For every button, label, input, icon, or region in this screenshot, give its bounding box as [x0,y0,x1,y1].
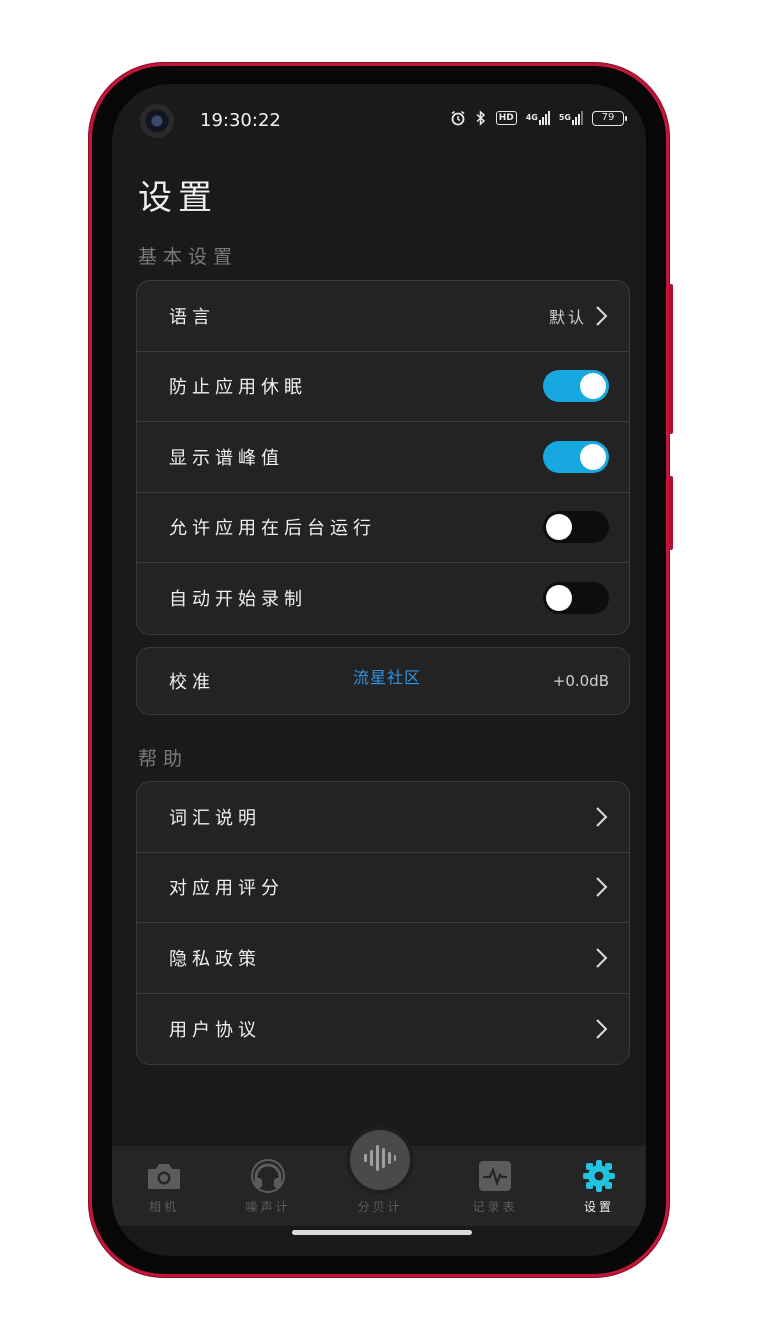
camera-icon [144,1158,184,1194]
pulse-chart-icon [475,1158,515,1194]
front-camera [140,104,174,138]
prevent-sleep-label: 防止应用休眠 [169,377,307,399]
signal-icon-1: 4G [526,111,550,125]
toggle-row-show-peak: 显示谱峰值 [137,422,629,493]
tab-label: 记录表 [472,1200,518,1214]
tab-label: 分贝计 [357,1200,403,1214]
chevron-right-icon [595,876,609,898]
battery-icon: 79 [592,110,627,126]
tab-decibel-meter[interactable]: 分贝计 [330,1146,430,1226]
side-button-upper [669,284,673,434]
help-item-label: 隐私政策 [169,948,261,970]
auto-record-label: 自动开始录制 [169,589,307,611]
toggle-row-auto-record: 自动开始录制 [137,563,629,634]
chevron-right-icon [595,1018,609,1040]
basic-settings-card: 语言 默认 防止应用休眠 显示谱峰值 允许应用在后台运行 自动开始录制 [136,280,630,635]
calibration-row[interactable]: 校准 流星社区 +0.0dB [137,648,629,714]
language-label: 语言 [169,306,215,328]
screen: 19:30:22 HD 4G 5G 79 设置 基本设置 语言 默认 防止应用休… [112,84,646,1256]
tab-records[interactable]: 记录表 [445,1146,545,1226]
toggle-row-prevent-sleep: 防止应用休眠 [137,352,629,422]
help-item-label: 对应用评分 [169,878,284,900]
help-item-user-agreement[interactable]: 用户协议 [137,994,629,1065]
tab-settings[interactable]: 设置 [549,1146,646,1226]
prevent-sleep-toggle[interactable] [543,370,609,403]
help-item-label: 用户协议 [169,1019,261,1041]
tab-label: 相机 [148,1200,179,1214]
chevron-right-icon [595,806,609,828]
help-item-rate-app[interactable]: 对应用评分 [137,853,629,923]
show-peak-label: 显示谱峰值 [169,447,284,469]
tab-label: 噪声计 [245,1200,291,1214]
help-item-glossary[interactable]: 词汇说明 [137,782,629,853]
calibration-value: +0.0dB [552,672,609,690]
toggle-knob [580,443,606,470]
alarm-icon [450,110,466,126]
tab-label: 设置 [583,1200,614,1214]
status-time: 19:30:22 [200,110,281,131]
headphones-icon [248,1158,288,1194]
community-link[interactable]: 流星社区 [353,664,421,688]
toggle-knob [580,373,606,400]
tab-camera[interactable]: 相机 [114,1146,214,1226]
tab-noise-meter[interactable]: 噪声计 [218,1146,318,1226]
status-icons: HD 4G 5G 79 [450,110,627,126]
signal-icon-2: 5G [559,111,583,125]
section-title-basic: 基本设置 [138,246,239,268]
chevron-right-icon [595,305,609,327]
section-title-help: 帮助 [138,748,189,770]
show-peak-toggle[interactable] [543,440,609,473]
auto-record-toggle[interactable] [543,582,609,615]
chevron-right-icon [595,947,609,969]
background-run-toggle[interactable] [543,511,609,544]
toggle-row-background-run: 允许应用在后台运行 [137,493,629,563]
phone-bezel: 19:30:22 HD 4G 5G 79 设置 基本设置 语言 默认 防止应用休… [92,66,666,1274]
page-title: 设置 [138,178,218,218]
help-card: 词汇说明 对应用评分 隐私政策 用户协议 [136,781,630,1065]
background-run-label: 允许应用在后台运行 [169,518,376,540]
help-item-privacy[interactable]: 隐私政策 [137,923,629,994]
side-button-lower [669,476,673,550]
bluetooth-icon [475,110,487,126]
hd-voice-icon: HD [495,111,517,125]
calibration-card[interactable]: 校准 流星社区 +0.0dB [136,647,630,715]
bottom-tab-bar: 相机 噪声计 分贝计 记录表 设置 [112,1130,646,1226]
language-row[interactable]: 语言 默认 [137,281,629,352]
home-indicator[interactable] [292,1230,472,1235]
phone-frame: 19:30:22 HD 4G 5G 79 设置 基本设置 语言 默认 防止应用休… [88,62,673,1278]
language-value: 默认 [548,307,587,327]
toggle-knob [546,585,572,612]
toggle-knob [546,514,572,541]
gear-icon [579,1158,619,1194]
status-bar: 19:30:22 HD 4G 5G 79 [112,84,646,160]
help-item-label: 词汇说明 [169,807,261,829]
